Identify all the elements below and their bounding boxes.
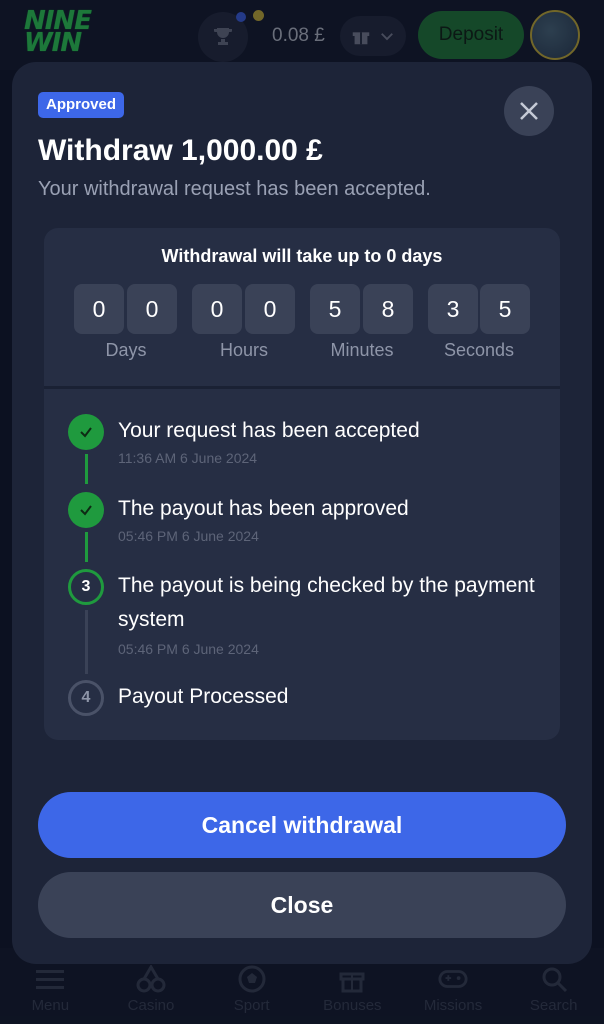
digit-seconds-2: 5 bbox=[480, 284, 530, 334]
close-modal-button[interactable]: Close bbox=[38, 872, 566, 938]
timer-heading: Withdrawal will take up to 0 days bbox=[161, 246, 443, 266]
digit-minutes-2: 8 bbox=[363, 284, 413, 334]
step-label: Payout Processed bbox=[118, 685, 289, 708]
check-icon bbox=[68, 492, 104, 528]
step-time: 05:46 PM 6 June 2024 bbox=[118, 528, 259, 544]
step-time: 11:36 AM 6 June 2024 bbox=[118, 450, 258, 466]
status-badge: Approved bbox=[38, 92, 125, 118]
countdown-timer: 0 0 0 0 5 8 3 5 bbox=[74, 284, 530, 334]
unit-seconds: Seconds bbox=[443, 340, 515, 360]
digit-seconds-1: 3 bbox=[428, 284, 478, 334]
step-connector bbox=[85, 610, 88, 674]
step-label: The payout is being checked by the payme… bbox=[118, 574, 535, 631]
step-label: Your request has been accepted bbox=[118, 419, 420, 442]
step-label: The payout has been approved bbox=[118, 497, 409, 520]
step-number: 4 bbox=[68, 680, 104, 716]
unit-days: Days bbox=[105, 340, 147, 360]
unit-minutes: Minutes bbox=[330, 340, 394, 360]
page-title: Withdraw 1,000.00 £ bbox=[38, 134, 323, 167]
unit-hours: Hours bbox=[219, 340, 268, 360]
digit-hours-2: 0 bbox=[245, 284, 295, 334]
step-connector bbox=[85, 532, 88, 562]
digit-days-2: 0 bbox=[127, 284, 177, 334]
digit-days-1: 0 bbox=[74, 284, 124, 334]
withdraw-status-card: Withdrawal will take up to 0 days 0 0 0 … bbox=[44, 228, 560, 740]
card-divider bbox=[44, 386, 560, 389]
page-subtitle: Your withdrawal request has been accepte… bbox=[38, 178, 431, 200]
close-icon bbox=[520, 102, 538, 120]
close-button[interactable] bbox=[504, 86, 554, 136]
check-icon bbox=[68, 414, 104, 450]
digit-minutes-1: 5 bbox=[310, 284, 360, 334]
step-time: 05:46 PM 6 June 2024 bbox=[118, 641, 259, 657]
digit-hours-1: 0 bbox=[192, 284, 242, 334]
withdraw-modal: Approved Withdraw 1,000.00 £ Your withdr… bbox=[12, 62, 592, 964]
step-connector bbox=[85, 454, 88, 484]
cancel-withdrawal-button[interactable]: Cancel withdrawal bbox=[38, 792, 566, 858]
step-number: 3 bbox=[68, 569, 104, 605]
